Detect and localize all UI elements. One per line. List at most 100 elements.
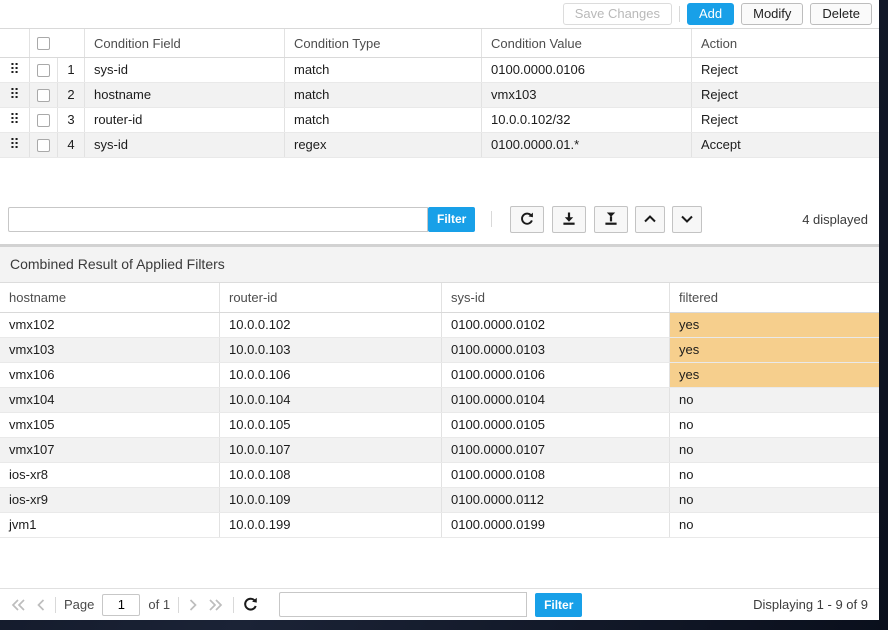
download-button[interactable]	[552, 206, 586, 233]
result-row[interactable]: vmx10310.0.0.1030100.0000.0103yes	[0, 338, 879, 363]
save-changes-button[interactable]: Save Changes	[563, 3, 672, 25]
sys-id-cell: 0100.0000.0107	[442, 438, 670, 462]
refresh-icon	[242, 596, 259, 613]
result-row[interactable]: vmx10210.0.0.1020100.0000.0102yes	[0, 313, 879, 338]
condition-type-cell: match	[285, 108, 482, 132]
row-checkbox[interactable]	[37, 114, 50, 127]
displaying-range: Displaying 1 - 9 of 9	[753, 597, 870, 612]
sys-id-cell: 0100.0000.0106	[442, 363, 670, 387]
refresh-button[interactable]	[510, 206, 544, 233]
upload-button[interactable]	[594, 206, 628, 233]
conditions-filter-toolbar: Filter	[0, 204, 879, 234]
sys-id-cell: 0100.0000.0103	[442, 338, 670, 362]
condition-value-cell: 0100.0000.01.*	[482, 133, 692, 157]
results-table-header: hostname router-id sys-id filtered	[0, 283, 879, 313]
row-checkbox-cell	[30, 58, 58, 82]
prev-page-button[interactable]	[35, 597, 47, 613]
condition-row[interactable]: ⠿4sys-idregex0100.0000.01.*Accept	[0, 133, 879, 158]
drag-column-header	[0, 29, 30, 57]
actions-toolbar: Save Changes Add Modify Delete	[0, 0, 879, 28]
row-checkbox-cell	[30, 108, 58, 132]
column-header-hostname: hostname	[0, 283, 220, 312]
filter-toolbar-divider	[491, 211, 492, 227]
row-checkbox[interactable]	[37, 64, 50, 77]
results-filter-button[interactable]: Filter	[535, 593, 582, 617]
page-number-input[interactable]	[102, 594, 140, 616]
double-chevron-left-icon	[9, 597, 27, 613]
displayed-count: 4 displayed	[802, 212, 871, 227]
chevron-up-icon	[642, 211, 658, 227]
results-table-body: vmx10210.0.0.1020100.0000.0102yesvmx1031…	[0, 313, 879, 538]
action-cell: Reject	[692, 58, 879, 82]
modify-button[interactable]: Modify	[741, 3, 803, 25]
router-id-cell: 10.0.0.103	[220, 338, 442, 362]
condition-row[interactable]: ⠿1sys-idmatch0100.0000.0106Reject	[0, 58, 879, 83]
sys-id-cell: 0100.0000.0104	[442, 388, 670, 412]
filtered-cell: yes	[670, 363, 879, 387]
download-icon	[561, 211, 577, 227]
result-row[interactable]: ios-xr910.0.0.1090100.0000.0112no	[0, 488, 879, 513]
filtered-cell: yes	[670, 313, 879, 337]
condition-field-cell: router-id	[85, 108, 285, 132]
last-page-button[interactable]	[207, 597, 225, 613]
result-row[interactable]: vmx10710.0.0.1070100.0000.0107no	[0, 438, 879, 463]
filtered-cell: no	[670, 438, 879, 462]
first-page-button[interactable]	[9, 597, 27, 613]
hostname-cell: vmx107	[0, 438, 220, 462]
router-id-cell: 10.0.0.108	[220, 463, 442, 487]
action-cell: Reject	[692, 83, 879, 107]
conditions-table-body: ⠿1sys-idmatch0100.0000.0106Reject⠿2hostn…	[0, 58, 879, 158]
delete-button[interactable]: Delete	[810, 3, 872, 25]
next-page-button[interactable]	[187, 597, 199, 613]
select-all-checkbox[interactable]	[37, 37, 50, 50]
column-header-action: Action	[692, 29, 879, 57]
filtered-cell: no	[670, 488, 879, 512]
row-checkbox[interactable]	[37, 89, 50, 102]
pagination-bar: Page of 1	[0, 588, 879, 620]
sys-id-cell: 0100.0000.0112	[442, 488, 670, 512]
filtered-cell: no	[670, 513, 879, 537]
hostname-cell: vmx103	[0, 338, 220, 362]
filter-config-panel: Save Changes Add Modify Delete Condition…	[0, 0, 879, 620]
sys-id-cell: 0100.0000.0199	[442, 513, 670, 537]
column-header-sys-id: sys-id	[442, 283, 670, 312]
result-row[interactable]: vmx10610.0.0.1060100.0000.0106yes	[0, 363, 879, 388]
router-id-cell: 10.0.0.107	[220, 438, 442, 462]
drag-handle-icon[interactable]: ⠿	[0, 83, 30, 107]
sys-id-cell: 0100.0000.0105	[442, 413, 670, 437]
hostname-cell: vmx102	[0, 313, 220, 337]
column-header-condition-field: Condition Field	[85, 29, 285, 57]
condition-type-cell: regex	[285, 133, 482, 157]
row-number: 3	[58, 108, 85, 132]
drag-handle-icon[interactable]: ⠿	[0, 58, 30, 82]
condition-row[interactable]: ⠿2hostnamematchvmx103Reject	[0, 83, 879, 108]
result-row[interactable]: vmx10510.0.0.1050100.0000.0105no	[0, 413, 879, 438]
router-id-cell: 10.0.0.199	[220, 513, 442, 537]
drag-handle-icon[interactable]: ⠿	[0, 108, 30, 132]
router-id-cell: 10.0.0.104	[220, 388, 442, 412]
page-label: Page	[64, 597, 94, 612]
filtered-cell: no	[670, 463, 879, 487]
result-row[interactable]: jvm110.0.0.1990100.0000.0199no	[0, 513, 879, 538]
condition-type-cell: match	[285, 83, 482, 107]
results-refresh-button[interactable]	[242, 596, 259, 613]
results-filter-input[interactable]	[279, 592, 527, 617]
conditions-filter-input[interactable]	[8, 207, 428, 232]
row-number: 4	[58, 133, 85, 157]
condition-value-cell: vmx103	[482, 83, 692, 107]
result-row[interactable]: vmx10410.0.0.1040100.0000.0104no	[0, 388, 879, 413]
conditions-table-header: Condition Field Condition Type Condition…	[0, 28, 879, 58]
pagination-divider	[178, 597, 179, 613]
column-header-condition-value: Condition Value	[482, 29, 692, 57]
double-chevron-right-icon	[207, 597, 225, 613]
row-checkbox[interactable]	[37, 139, 50, 152]
add-button[interactable]: Add	[687, 3, 734, 25]
hostname-cell: ios-xr8	[0, 463, 220, 487]
column-header-router-id: router-id	[220, 283, 442, 312]
move-up-button[interactable]	[635, 206, 665, 233]
drag-handle-icon[interactable]: ⠿	[0, 133, 30, 157]
condition-row[interactable]: ⠿3router-idmatch10.0.0.102/32Reject	[0, 108, 879, 133]
result-row[interactable]: ios-xr810.0.0.1080100.0000.0108no	[0, 463, 879, 488]
move-down-button[interactable]	[672, 206, 702, 233]
conditions-filter-button[interactable]: Filter	[428, 207, 475, 232]
